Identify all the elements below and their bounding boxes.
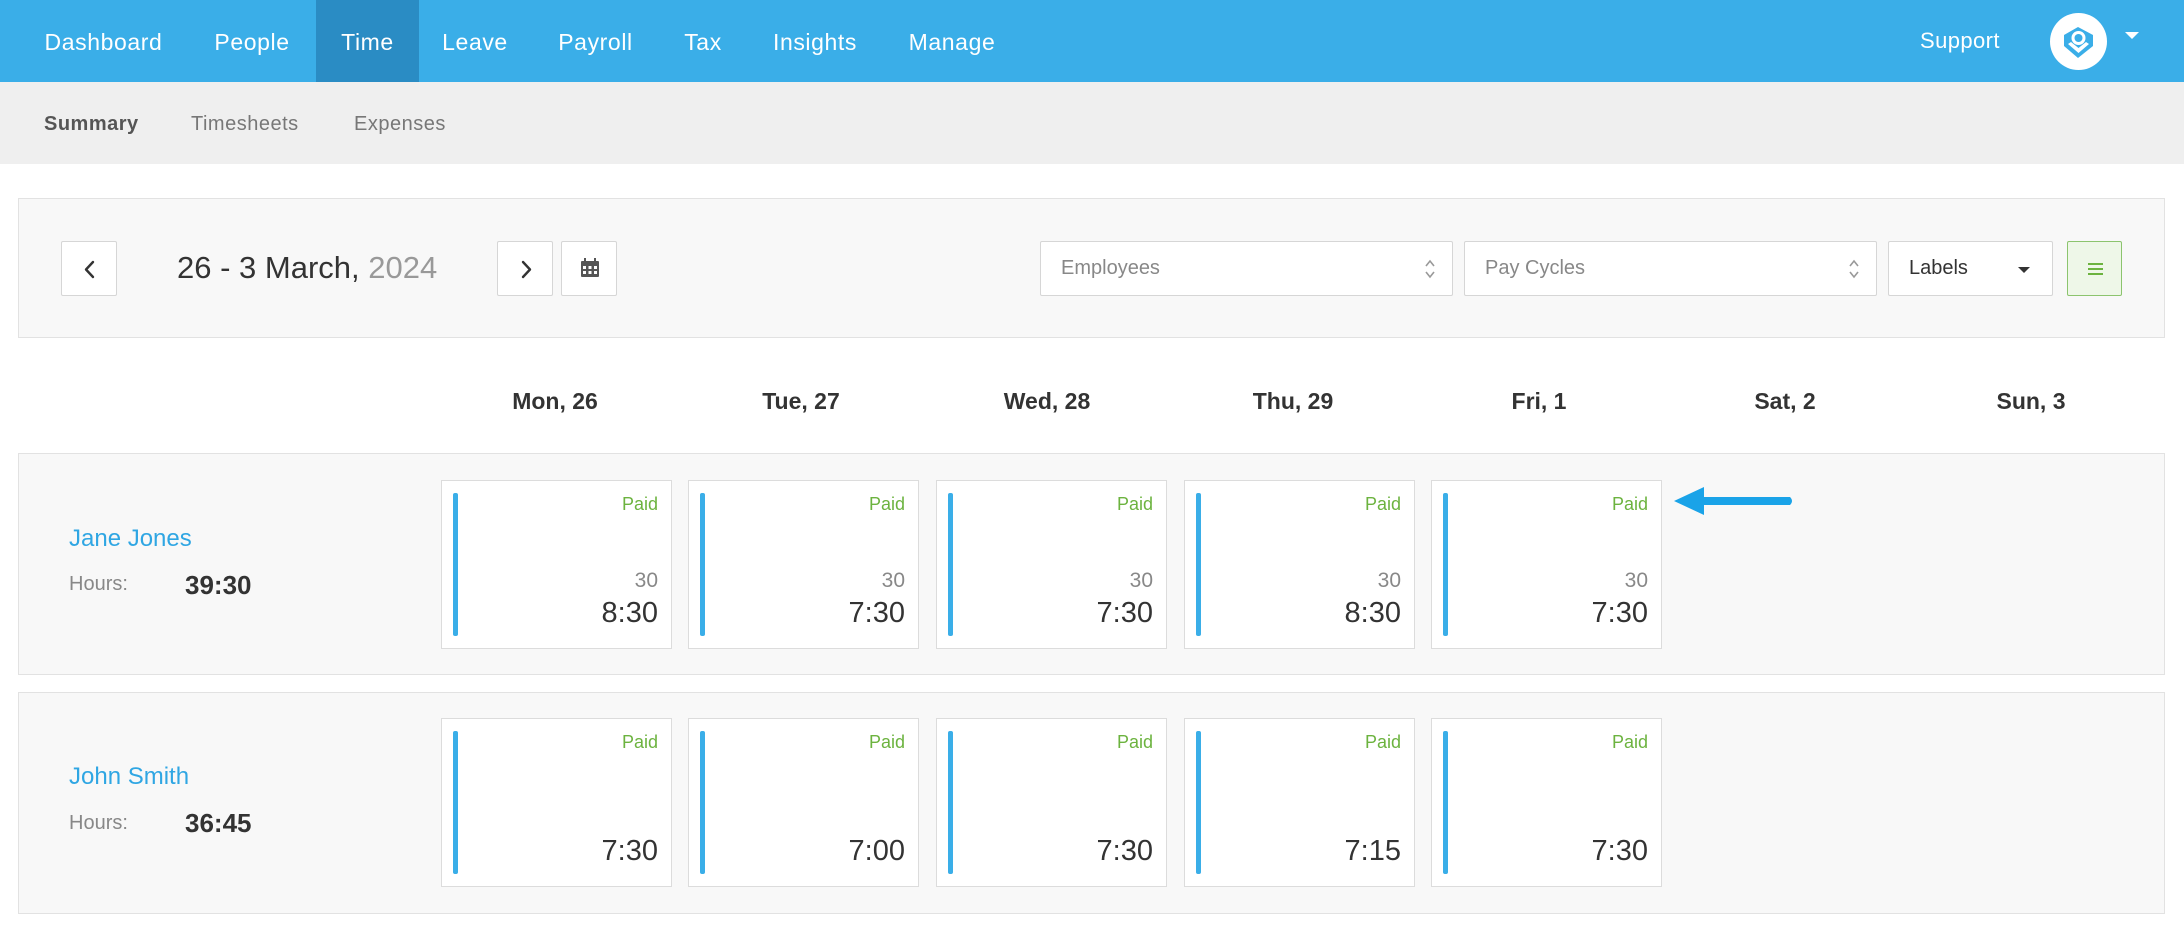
nav-item-payroll[interactable]: Payroll: [543, 0, 648, 82]
updown-chevron-icon: [1849, 259, 1859, 279]
card-status: Paid: [868, 494, 905, 514]
card-status-bar: [453, 493, 458, 636]
day-header-tue: Tue, 27: [762, 388, 840, 414]
caret-down-icon: [2018, 267, 2030, 273]
day-header-thu: Thu, 29: [1252, 388, 1334, 414]
card-status-bar: [700, 731, 705, 874]
timesheet-card[interactable]: Paid 30 7:30: [1431, 480, 1662, 649]
timesheet-card[interactable]: Paid 30 8:30: [441, 480, 672, 649]
card-status-bar: [948, 731, 953, 874]
card-status-bar: [453, 731, 458, 874]
labels-dropdown[interactable]: Labels: [1888, 241, 2053, 296]
pay-cycles-select[interactable]: Pay Cycles: [1464, 241, 1877, 296]
tab-expenses[interactable]: Expenses: [354, 82, 446, 164]
user-menu-caret-icon[interactable]: [2125, 32, 2139, 39]
nav-item-dashboard[interactable]: Dashboard: [25, 0, 182, 82]
sub-nav: Summary Timesheets Expenses: [0, 82, 2184, 164]
card-status-bar: [1443, 493, 1448, 636]
hours-label: Hours:: [69, 573, 128, 595]
calendar-icon: [581, 258, 599, 277]
card-total-hours: 7:30: [848, 597, 905, 629]
day-header-sat: Sat, 2: [1754, 388, 1816, 414]
prev-week-button[interactable]: [61, 241, 117, 296]
avatar-logo-icon: [2064, 27, 2093, 58]
card-status: Paid: [1364, 732, 1401, 752]
card-status: Paid: [1116, 732, 1153, 752]
timesheet-card[interactable]: Paid 30 8:30: [1184, 480, 1415, 649]
list-icon: [2088, 263, 2103, 275]
next-week-button[interactable]: [497, 241, 553, 296]
card-break-minutes: 30: [1377, 569, 1401, 592]
nav-item-insights[interactable]: Insights: [755, 0, 875, 82]
tab-summary[interactable]: Summary: [44, 82, 139, 164]
day-header-wed: Wed, 28: [1003, 388, 1091, 414]
updown-chevron-icon: [1425, 259, 1435, 279]
hours-value: 36:45: [185, 808, 252, 838]
day-header-mon: Mon, 26: [512, 388, 598, 414]
card-total-hours: 7:30: [1591, 835, 1648, 867]
support-link[interactable]: Support: [1920, 0, 2000, 82]
nav-item-tax[interactable]: Tax: [668, 0, 738, 82]
chevron-left-icon: [84, 260, 95, 279]
employee-name-link[interactable]: John Smith: [69, 763, 189, 791]
card-status-bar: [948, 493, 953, 636]
card-total-hours: 7:00: [848, 835, 905, 867]
card-break-minutes: 30: [1129, 569, 1153, 592]
card-status: Paid: [621, 494, 658, 514]
employees-select-placeholder: Employees: [1061, 257, 1160, 279]
chevron-right-icon: [521, 260, 532, 279]
user-avatar[interactable]: [2050, 13, 2107, 70]
list-view-button[interactable]: [2067, 241, 2122, 296]
timesheet-card[interactable]: Paid 30 7:30: [688, 480, 919, 649]
card-total-hours: 7:15: [1344, 835, 1401, 867]
card-status: Paid: [868, 732, 905, 752]
timesheet-card[interactable]: Paid 7:30: [441, 718, 672, 887]
card-total-hours: 7:30: [1591, 597, 1648, 629]
card-total-hours: 7:30: [601, 835, 658, 867]
nav-item-people[interactable]: People: [192, 0, 312, 82]
pay-cycles-select-placeholder: Pay Cycles: [1485, 257, 1586, 279]
date-range-year: 2024: [368, 250, 438, 285]
card-status: Paid: [1364, 494, 1401, 514]
hours-value: 39:30: [185, 570, 252, 600]
card-total-hours: 7:30: [1096, 597, 1153, 629]
card-status: Paid: [621, 732, 658, 752]
card-status: Paid: [1611, 732, 1648, 752]
top-nav: Dashboard People Time Leave Payroll Tax …: [0, 0, 2184, 82]
card-status-bar: [700, 493, 705, 636]
card-status: Paid: [1116, 494, 1153, 514]
labels-dropdown-value: Labels: [1909, 257, 1968, 279]
card-break-minutes: 30: [1624, 569, 1648, 592]
card-status: Paid: [1611, 494, 1648, 514]
tab-timesheets[interactable]: Timesheets: [191, 82, 299, 164]
nav-item-time[interactable]: Time: [316, 0, 419, 82]
card-break-minutes: 30: [881, 569, 905, 592]
card-break-minutes: 30: [634, 569, 658, 592]
employees-select[interactable]: Employees: [1040, 241, 1453, 296]
employee-name-link[interactable]: Jane Jones: [69, 525, 192, 553]
date-range-text: 26 - 3 March,: [177, 250, 360, 285]
card-total-hours: 8:30: [601, 597, 658, 629]
hours-label: Hours:: [69, 812, 128, 834]
timesheet-card[interactable]: Paid 7:30: [1431, 718, 1662, 887]
card-total-hours: 8:30: [1344, 597, 1401, 629]
nav-item-leave[interactable]: Leave: [425, 0, 525, 82]
day-header-sun: Sun, 3: [1996, 388, 2066, 414]
day-header-fri: Fri, 1: [1511, 388, 1567, 414]
card-status-bar: [1196, 731, 1201, 874]
nav-item-manage[interactable]: Manage: [897, 0, 1007, 82]
card-status-bar: [1196, 493, 1201, 636]
card-status-bar: [1443, 731, 1448, 874]
calendar-button[interactable]: [561, 241, 617, 296]
timesheet-card[interactable]: Paid 30 7:30: [936, 480, 1167, 649]
timesheet-card[interactable]: Paid 7:30: [936, 718, 1167, 887]
timesheet-card[interactable]: Paid 7:15: [1184, 718, 1415, 887]
card-total-hours: 7:30: [1096, 835, 1153, 867]
date-range-label: 26 - 3 March, 2024: [177, 250, 437, 286]
annotation-arrow-icon: [1674, 487, 1792, 515]
timesheet-card[interactable]: Paid 7:00: [688, 718, 919, 887]
